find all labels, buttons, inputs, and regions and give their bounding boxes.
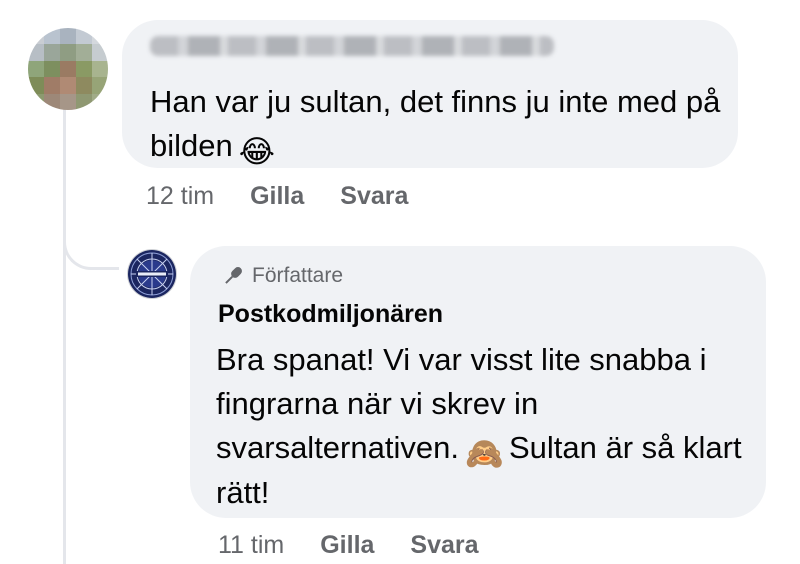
comment-timestamp[interactable]: 12 tim <box>146 182 214 211</box>
reply-text: Bra spanat! Vi var visst lite snabba i f… <box>216 338 756 515</box>
comment-text-body: Han var ju sultan, det finns ju inte med… <box>150 84 721 163</box>
reply-button[interactable]: Svara <box>340 182 408 211</box>
comment-author-name-blurred[interactable] <box>150 36 554 56</box>
microphone-icon <box>225 267 242 284</box>
see-no-evil-monkey-emoji-icon: 🙈 <box>464 436 504 472</box>
postkodmiljonaren-logo-icon <box>130 252 174 296</box>
reply-reply-button[interactable]: Svara <box>410 531 478 560</box>
laughing-emoji-icon: 😂 <box>238 134 275 170</box>
thread-connector <box>63 212 119 270</box>
author-badge-label: Författare <box>252 264 344 287</box>
reply-actions: 11 tim Gilla Svara <box>218 531 479 560</box>
reply-timestamp[interactable]: 11 tim <box>218 531 284 560</box>
reply-author-name[interactable]: Postkodmiljonären <box>218 300 443 329</box>
reply-like-button[interactable]: Gilla <box>320 531 374 560</box>
author-badge: Författare <box>220 264 343 288</box>
thread-line <box>63 108 66 564</box>
commenter-avatar[interactable] <box>28 28 108 110</box>
comment-actions: 12 tim Gilla Svara <box>146 182 408 211</box>
like-button[interactable]: Gilla <box>250 182 304 211</box>
comment-text: Han var ju sultan, det finns ju inte med… <box>150 80 730 169</box>
page-avatar[interactable] <box>128 250 176 298</box>
